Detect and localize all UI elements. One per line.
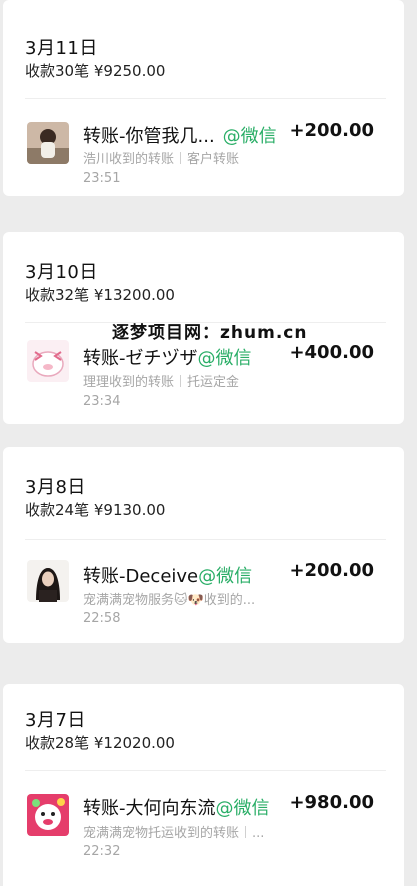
avatar xyxy=(27,560,69,602)
transaction-time: 23:34 xyxy=(83,394,121,409)
separator xyxy=(180,375,182,387)
day-card-0307: 3月7日 收款28笔 ¥12020.00 转账-大何向东流@微信 +980.00… xyxy=(3,684,404,886)
avatar xyxy=(27,122,69,164)
day-summary: 收款32笔 ¥13200.00 xyxy=(25,286,175,304)
watermark: 逐梦项目网：zhum.cn xyxy=(112,323,308,343)
day-date: 3月8日 xyxy=(25,477,86,498)
transaction-title: 转账-ゼチヅザ@微信 xyxy=(83,344,252,370)
transaction-source: @微信 xyxy=(197,348,252,369)
day-summary: 收款24笔 ¥9130.00 xyxy=(25,501,166,519)
transaction-recipient: 浩川收到的转账 xyxy=(83,152,175,167)
transaction-recipient: 宠满满宠物服务🐱🐶收到的... xyxy=(83,593,256,608)
day-summary: 收款28笔 ¥12020.00 xyxy=(25,734,175,752)
transaction-title: 转账-你管我几... @微信 xyxy=(83,122,277,148)
day-card-0308: 3月8日 收款24笔 ¥9130.00 转账-Deceive@微信 +200.0… xyxy=(3,447,404,643)
day-date: 3月7日 xyxy=(25,710,86,731)
day-date: 3月11日 xyxy=(25,38,98,59)
transaction-time: 22:32 xyxy=(83,844,121,859)
transaction-subtitle: 理理收到的转账 托运定金 xyxy=(83,371,239,390)
transaction-time: 22:58 xyxy=(83,611,121,626)
day-card-0311: 3月11日 收款30笔 ¥9250.00 转账-你管我几... @微信 +200.… xyxy=(3,0,404,196)
divider xyxy=(25,770,386,771)
divider xyxy=(25,539,386,540)
transaction-amount: +980.00 xyxy=(289,792,374,813)
transaction-name: 转账-ゼチヅザ xyxy=(83,348,198,369)
transaction-subtitle: 宠满满宠物服务🐱🐶收到的... xyxy=(83,589,255,608)
transaction-name: 转账-你管我几... xyxy=(83,126,215,147)
transaction-amount: +200.00 xyxy=(289,560,374,581)
avatar xyxy=(27,794,69,836)
divider xyxy=(25,98,386,99)
transaction-recipient: 宠满满宠物托运收到的转账 xyxy=(83,826,240,841)
day-date: 3月10日 xyxy=(25,262,98,283)
transaction-source: @微信 xyxy=(215,798,270,819)
transaction-title: 转账-大何向东流@微信 xyxy=(83,794,270,820)
transaction-subtitle: 宠满满宠物托运收到的转账... xyxy=(83,822,264,841)
transaction-subtitle: 浩川收到的转账 客户转账 xyxy=(83,148,239,167)
transaction-note: 客户转账 xyxy=(187,152,240,167)
avatar xyxy=(27,340,69,382)
transaction-title: 转账-Deceive@微信 xyxy=(83,562,252,588)
transaction-note: 托运定金 xyxy=(187,375,240,390)
transaction-note: ... xyxy=(252,826,265,841)
transaction-amount: +200.00 xyxy=(289,120,374,141)
transaction-source: @微信 xyxy=(198,566,253,587)
day-summary: 收款30笔 ¥9250.00 xyxy=(25,62,166,80)
separator xyxy=(180,152,182,164)
transaction-amount: +400.00 xyxy=(289,342,374,363)
transaction-name: 转账-Deceive xyxy=(83,566,199,587)
transaction-source: @微信 xyxy=(222,126,277,147)
transaction-name: 转账-大何向东流 xyxy=(83,798,216,819)
transaction-time: 23:51 xyxy=(83,171,121,186)
transaction-recipient: 理理收到的转账 xyxy=(83,375,175,390)
separator xyxy=(245,826,247,838)
